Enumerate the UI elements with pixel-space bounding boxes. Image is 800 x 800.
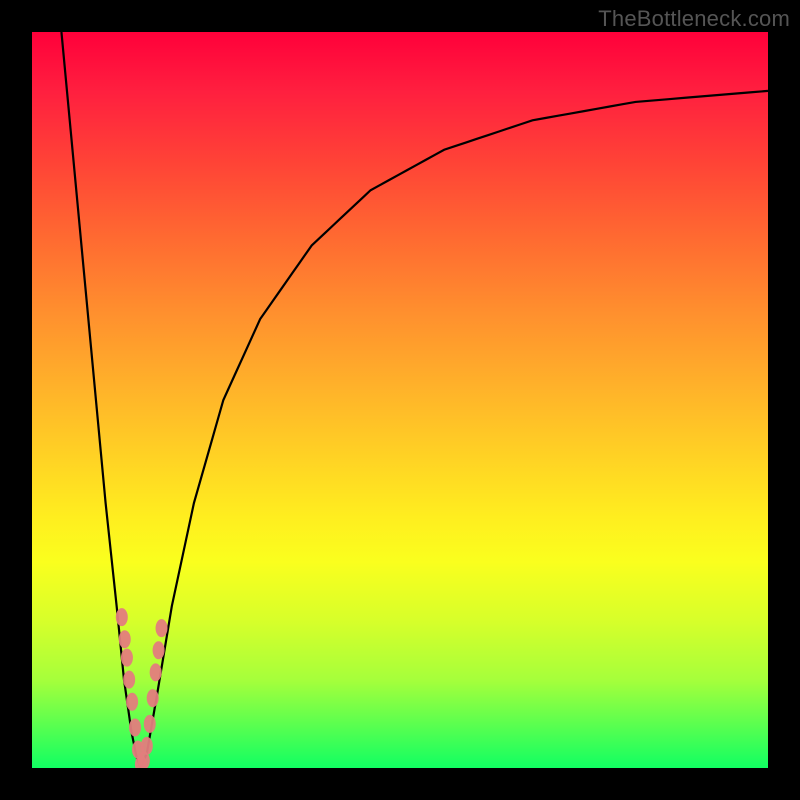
marker-dot xyxy=(153,641,165,659)
attribution-text: TheBottleneck.com xyxy=(598,6,790,32)
curve-right-branch xyxy=(141,91,768,768)
marker-dot xyxy=(121,649,133,667)
marker-dot xyxy=(144,715,156,733)
marker-dot xyxy=(156,619,168,637)
marker-dot xyxy=(132,741,144,759)
marker-dot xyxy=(129,719,141,737)
curve-left-branch xyxy=(61,32,140,768)
marker-dot xyxy=(123,671,135,689)
plot-area xyxy=(32,32,768,768)
marker-dot xyxy=(119,630,131,648)
curve-layer xyxy=(32,32,768,768)
chart-frame: TheBottleneck.com xyxy=(0,0,800,800)
marker-dot xyxy=(141,737,153,755)
marker-dot xyxy=(116,608,128,626)
marker-dot xyxy=(150,663,162,681)
marker-group xyxy=(116,608,168,768)
marker-dot xyxy=(135,755,147,768)
marker-dot xyxy=(147,689,159,707)
marker-dot xyxy=(138,752,150,768)
marker-dot xyxy=(126,693,138,711)
